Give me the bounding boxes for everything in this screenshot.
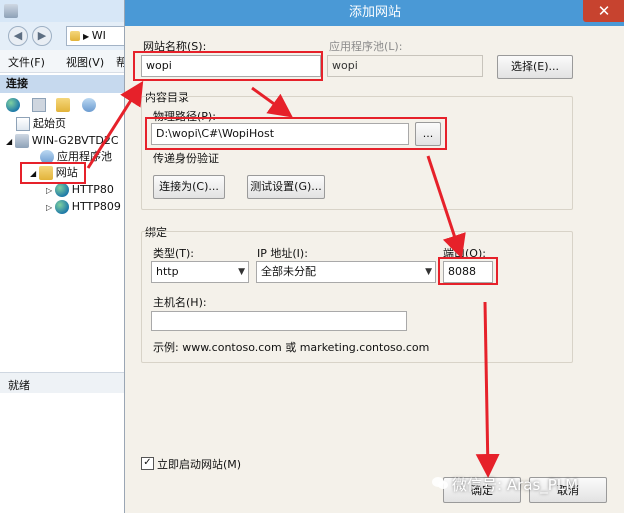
host-name-input[interactable]: [151, 311, 407, 331]
highlight-site-name: [133, 51, 323, 81]
pass-through-auth-label: 传递身份验证: [153, 152, 219, 165]
ip-address-label: IP 地址(I):: [257, 247, 308, 260]
connections-toolbar: [0, 94, 124, 116]
tree-item-start-page[interactable]: 起始页: [16, 116, 66, 132]
iis-app-icon: [4, 4, 18, 18]
start-site-checkbox[interactable]: ✓: [141, 457, 154, 470]
tree-item-label: HTTP80: [71, 183, 114, 196]
menu-file[interactable]: 文件(F): [8, 54, 45, 70]
server-icon: [14, 134, 29, 148]
example-text: 示例: www.contoso.com 或 marketing.contoso.…: [153, 341, 430, 354]
type-select-value: http: [156, 265, 179, 278]
tree-item-http80[interactable]: ▷ HTTP80: [46, 182, 114, 198]
tree-item-label: 起始页: [33, 117, 66, 130]
wechat-logo-icon: [432, 477, 448, 489]
app-pool-label: 应用程序池(L):: [329, 40, 403, 53]
tree-item-label: HTTP809: [71, 200, 121, 213]
start-page-icon: [16, 117, 30, 131]
tree-item-server[interactable]: ◢ WIN-G2BVTD2C: [6, 133, 119, 149]
save-icon[interactable]: [32, 98, 46, 112]
ip-address-select[interactable]: 全部未分配 ▼: [256, 261, 436, 283]
forward-icon[interactable]: ▶: [32, 26, 52, 46]
chevron-down-icon: ▼: [238, 267, 245, 277]
watermark-text: 微信号: Aras_PLM: [452, 476, 579, 494]
globe-icon: [54, 200, 69, 214]
status-bar: 就绪: [0, 372, 124, 393]
chevron-down-icon: ▼: [425, 267, 432, 277]
host-name-label: 主机名(H):: [153, 296, 207, 309]
collapse-arrow-icon[interactable]: ◢: [6, 137, 15, 146]
menu-view[interactable]: 视图(V): [66, 54, 104, 70]
tree-item-label: WIN-G2BVTD2C: [31, 134, 119, 147]
connections-header: 连接: [0, 75, 124, 93]
test-settings-button[interactable]: 测试设置(G)...: [247, 175, 325, 199]
address-input[interactable]: ▶ WI: [66, 26, 128, 46]
connect-as-button[interactable]: 连接为(C)...: [153, 175, 225, 199]
menu-bar: 文件(F) 视图(V) 帮: [0, 50, 127, 73]
up-folder-icon[interactable]: [56, 98, 70, 112]
address-folder-icon: [70, 31, 80, 41]
address-bar: ◀ ▶ ▶ WI: [0, 22, 128, 51]
ip-select-value: 全部未分配: [261, 265, 316, 278]
start-site-label: 立即启动网站(M): [157, 458, 242, 471]
highlight-sites-node: [20, 162, 86, 184]
globe-icon: [54, 183, 69, 197]
iis-manager-window: ◀ ▶ ▶ WI 文件(F) 视图(V) 帮 连接 起始页 ◢ WIN-G2BV…: [0, 0, 128, 513]
expand-arrow-icon[interactable]: ▷: [46, 186, 55, 195]
disconnect-icon[interactable]: [82, 98, 96, 112]
back-icon[interactable]: ◀: [8, 26, 28, 46]
address-arrow-icon: ▶: [83, 32, 92, 41]
close-button[interactable]: ✕: [583, 0, 624, 22]
iis-titlebar: [0, 0, 124, 22]
background-area: [0, 393, 124, 513]
type-label: 类型(T):: [153, 247, 195, 260]
tree-item-http809[interactable]: ▷ HTTP809: [46, 199, 121, 215]
address-text: WI: [91, 29, 106, 42]
type-select[interactable]: http ▼: [151, 261, 249, 283]
connections-tree: 起始页 ◢ WIN-G2BVTD2C 应用程序池 ◢ 网站 ▷ HTTP80 ▷…: [0, 116, 124, 372]
app-pool-input: wopi: [327, 55, 483, 77]
dialog-title: 添加网站: [125, 0, 624, 26]
connect-globe-icon[interactable]: [6, 98, 20, 112]
expand-arrow-icon[interactable]: ▷: [46, 203, 55, 212]
status-text: 就绪: [8, 379, 30, 392]
highlight-physical-path: [145, 117, 447, 150]
highlight-port: [438, 257, 498, 285]
select-pool-button[interactable]: 选择(E)...: [497, 55, 573, 79]
